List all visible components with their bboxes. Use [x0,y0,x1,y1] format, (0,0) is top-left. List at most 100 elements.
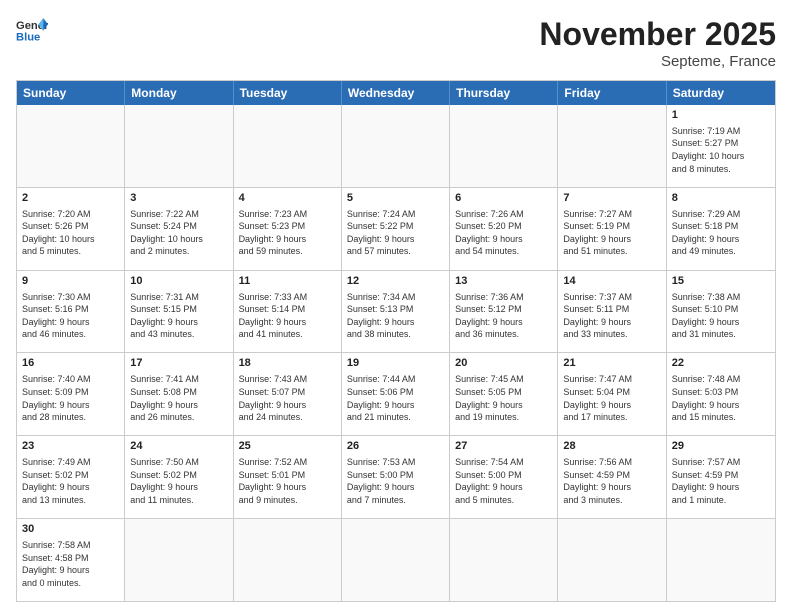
day-info: Sunrise: 7:50 AM Sunset: 5:02 PM Dayligh… [130,456,227,506]
day-number: 19 [347,356,444,371]
svg-text:Blue: Blue [16,31,40,43]
day-info: Sunrise: 7:48 AM Sunset: 5:03 PM Dayligh… [672,373,770,423]
day-info: Sunrise: 7:43 AM Sunset: 5:07 PM Dayligh… [239,373,336,423]
calendar-cell: 1 Sunrise: 7:19 AM Sunset: 5:27 PM Daylig… [667,105,775,187]
title-block: November 2025 Septeme, France [539,16,776,70]
calendar-cell: 29Sunrise: 7:57 AM Sunset: 4:59 PM Dayli… [667,436,775,518]
header-saturday: Saturday [667,81,775,105]
calendar-cell: 25 Sunrise: 7:52 AM Sunset: 5:01 PM Dayli… [234,436,342,518]
day-number: 20 [455,356,552,371]
calendar-cell [125,105,233,187]
day-info: Sunrise: 7:41 AM Sunset: 5:08 PM Dayligh… [130,373,227,423]
day-info: Sunrise: 7:30 AM Sunset: 5:16 PM Dayligh… [22,291,119,341]
day-number: 6 [455,191,552,206]
day-number: 8 [672,191,770,206]
calendar: Sunday Monday Tuesday Wednesday Thursday… [16,80,776,602]
calendar-cell: 18Sunrise: 7:43 AM Sunset: 5:07 PM Dayli… [234,353,342,435]
calendar-cell [558,519,666,601]
calendar-cell: 9 Sunrise: 7:30 AM Sunset: 5:16 PM Daylig… [17,271,125,353]
day-number: 22 [672,356,770,371]
day-number: 1 [672,108,770,123]
calendar-cell: 19 Sunrise: 7:44 AM Sunset: 5:06 PM Dayli… [342,353,450,435]
day-number: 30 [22,522,119,537]
calendar-cell: 15 Sunrise: 7:38 AM Sunset: 5:10 PM Dayli… [667,271,775,353]
calendar-cell [667,519,775,601]
logo: General Blue [16,16,48,44]
calendar-cell [125,519,233,601]
calendar-cell: 21Sunrise: 7:47 AM Sunset: 5:04 PM Dayli… [558,353,666,435]
header: General Blue November 2025 Septeme, Fran… [16,16,776,70]
calendar-cell: 6 Sunrise: 7:26 AM Sunset: 5:20 PM Daylig… [450,188,558,270]
calendar-cell [17,105,125,187]
calendar-cell: 26Sunrise: 7:53 AM Sunset: 5:00 PM Dayli… [342,436,450,518]
day-info: Sunrise: 7:37 AM Sunset: 5:11 PM Dayligh… [563,291,660,341]
day-number: 24 [130,439,227,454]
calendar-row-0: 1 Sunrise: 7:19 AM Sunset: 5:27 PM Daylig… [17,105,775,187]
calendar-cell: 3Sunrise: 7:22 AM Sunset: 5:24 PM Daylig… [125,188,233,270]
day-info: Sunrise: 7:44 AM Sunset: 5:06 PM Dayligh… [347,373,444,423]
calendar-cell [342,105,450,187]
day-info: Sunrise: 7:27 AM Sunset: 5:19 PM Dayligh… [563,208,660,258]
day-info: Sunrise: 7:23 AM Sunset: 5:23 PM Dayligh… [239,208,336,258]
calendar-body: 1 Sunrise: 7:19 AM Sunset: 5:27 PM Daylig… [17,105,775,601]
calendar-cell [234,519,342,601]
calendar-cell [342,519,450,601]
header-thursday: Thursday [450,81,558,105]
calendar-cell: 13Sunrise: 7:36 AM Sunset: 5:12 PM Dayli… [450,271,558,353]
page: General Blue November 2025 Septeme, Fran… [0,0,792,612]
calendar-cell [558,105,666,187]
calendar-cell: 4 Sunrise: 7:23 AM Sunset: 5:23 PM Daylig… [234,188,342,270]
calendar-cell: 16 Sunrise: 7:40 AM Sunset: 5:09 PM Dayli… [17,353,125,435]
calendar-row-1: 2 Sunrise: 7:20 AM Sunset: 5:26 PM Daylig… [17,187,775,270]
day-number: 11 [239,274,336,289]
header-tuesday: Tuesday [234,81,342,105]
calendar-cell: 22 Sunrise: 7:48 AM Sunset: 5:03 PM Dayli… [667,353,775,435]
calendar-cell [234,105,342,187]
day-info: Sunrise: 7:24 AM Sunset: 5:22 PM Dayligh… [347,208,444,258]
day-number: 4 [239,191,336,206]
calendar-header: Sunday Monday Tuesday Wednesday Thursday… [17,81,775,105]
day-info: Sunrise: 7:29 AM Sunset: 5:18 PM Dayligh… [672,208,770,258]
day-info: Sunrise: 7:40 AM Sunset: 5:09 PM Dayligh… [22,373,119,423]
calendar-cell: 28Sunrise: 7:56 AM Sunset: 4:59 PM Dayli… [558,436,666,518]
calendar-cell: 23Sunrise: 7:49 AM Sunset: 5:02 PM Dayli… [17,436,125,518]
day-info: Sunrise: 7:45 AM Sunset: 5:05 PM Dayligh… [455,373,552,423]
day-number: 13 [455,274,552,289]
day-number: 15 [672,274,770,289]
day-number: 14 [563,274,660,289]
calendar-row-2: 9 Sunrise: 7:30 AM Sunset: 5:16 PM Daylig… [17,270,775,353]
calendar-cell: 2 Sunrise: 7:20 AM Sunset: 5:26 PM Daylig… [17,188,125,270]
calendar-cell: 12 Sunrise: 7:34 AM Sunset: 5:13 PM Dayli… [342,271,450,353]
calendar-cell: 7 Sunrise: 7:27 AM Sunset: 5:19 PM Daylig… [558,188,666,270]
day-number: 3 [130,191,227,206]
day-info: Sunrise: 7:20 AM Sunset: 5:26 PM Dayligh… [22,208,119,258]
day-number: 17 [130,356,227,371]
calendar-row-3: 16 Sunrise: 7:40 AM Sunset: 5:09 PM Dayli… [17,352,775,435]
day-info: Sunrise: 7:19 AM Sunset: 5:27 PM Dayligh… [672,125,770,175]
day-info: Sunrise: 7:58 AM Sunset: 4:58 PM Dayligh… [22,539,119,589]
day-info: Sunrise: 7:38 AM Sunset: 5:10 PM Dayligh… [672,291,770,341]
day-info: Sunrise: 7:26 AM Sunset: 5:20 PM Dayligh… [455,208,552,258]
calendar-cell [450,519,558,601]
day-number: 7 [563,191,660,206]
calendar-cell: 17 Sunrise: 7:41 AM Sunset: 5:08 PM Dayli… [125,353,233,435]
day-number: 16 [22,356,119,371]
day-number: 12 [347,274,444,289]
calendar-cell: 8 Sunrise: 7:29 AM Sunset: 5:18 PM Daylig… [667,188,775,270]
month-title: November 2025 [539,16,776,53]
calendar-cell [450,105,558,187]
day-number: 9 [22,274,119,289]
day-info: Sunrise: 7:34 AM Sunset: 5:13 PM Dayligh… [347,291,444,341]
day-number: 2 [22,191,119,206]
day-info: Sunrise: 7:56 AM Sunset: 4:59 PM Dayligh… [563,456,660,506]
header-monday: Monday [125,81,233,105]
day-info: Sunrise: 7:52 AM Sunset: 5:01 PM Dayligh… [239,456,336,506]
calendar-cell: 14 Sunrise: 7:37 AM Sunset: 5:11 PM Dayli… [558,271,666,353]
day-number: 27 [455,439,552,454]
day-info: Sunrise: 7:53 AM Sunset: 5:00 PM Dayligh… [347,456,444,506]
day-number: 25 [239,439,336,454]
calendar-cell: 11Sunrise: 7:33 AM Sunset: 5:14 PM Dayli… [234,271,342,353]
calendar-cell: 30 Sunrise: 7:58 AM Sunset: 4:58 PM Dayli… [17,519,125,601]
day-number: 10 [130,274,227,289]
header-wednesday: Wednesday [342,81,450,105]
